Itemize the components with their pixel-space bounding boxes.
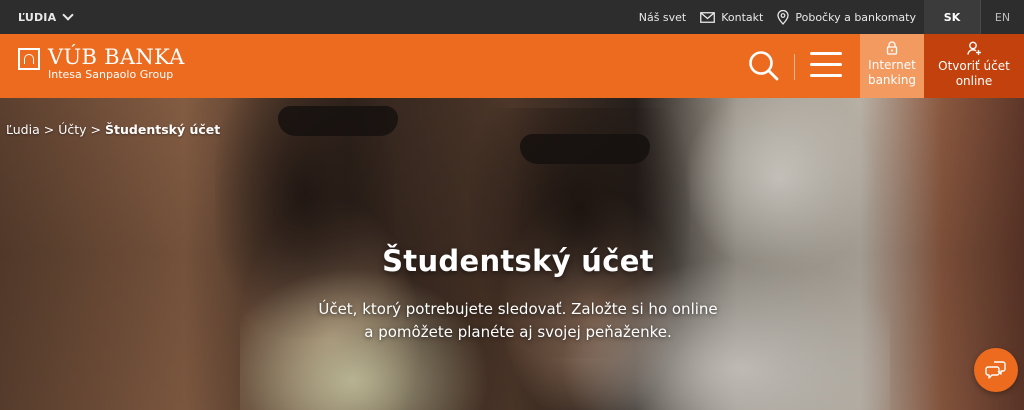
breadcrumb-item-ludia[interactable]: Ľudia — [6, 122, 40, 137]
logo-subtitle: Intesa Sanpaolo Group — [48, 68, 174, 81]
vub-logo[interactable]: VÚB BANKA Intesa Sanpaolo Group — [18, 46, 185, 86]
internet-banking-button[interactable]: Internet banking — [860, 34, 924, 98]
pobocky-link[interactable]: Pobočky a bankomaty — [777, 9, 916, 25]
map-pin-icon — [777, 9, 790, 25]
logo-name: VÚB BANKA — [48, 45, 185, 69]
open-account-button[interactable]: Otvoriť účet online — [924, 34, 1024, 98]
open-account-label-2: online — [955, 74, 993, 88]
hero-subtitle: Účet, ktorý potrebujete sledovať. Založt… — [0, 298, 1024, 344]
lang-sk-button[interactable]: SK — [924, 0, 980, 34]
open-account-label-1: Otvoriť účet — [938, 59, 1010, 73]
logo-emblem-icon — [18, 48, 40, 70]
lock-icon — [886, 41, 898, 55]
utility-links: Náš svet Kontakt Pobočky a bankomaty — [639, 0, 916, 34]
segment-label: ĽUDIA — [18, 10, 57, 24]
menu-button[interactable] — [810, 52, 842, 80]
nas-svet-link[interactable]: Náš svet — [639, 11, 687, 24]
lang-en-button[interactable]: EN — [980, 0, 1024, 34]
chevron-down-icon — [62, 9, 74, 21]
nas-svet-label: Náš svet — [638, 10, 687, 24]
top-utility-bar: ĽUDIA Náš svet Kontakt Pobočky a bankoma… — [0, 0, 1024, 34]
page-title: Študentský účet — [382, 244, 654, 278]
hero-subtitle-line-2: a pomôžete planéte aj svojej peňaženke. — [364, 323, 672, 341]
internet-banking-label-1: Internet — [868, 58, 916, 72]
breadcrumb-current: Študentský účet — [105, 122, 221, 137]
breadcrumb-separator: > — [43, 122, 55, 137]
kontakt-label: Kontakt — [721, 10, 764, 24]
chat-button[interactable] — [974, 348, 1018, 392]
search-icon — [749, 51, 779, 81]
search-button[interactable] — [746, 48, 782, 84]
pobocky-label: Pobočky a bankomaty — [795, 10, 916, 24]
breadcrumb-separator: > — [90, 122, 102, 137]
breadcrumb-item-ucty[interactable]: Účty — [58, 122, 86, 137]
segment-switcher[interactable]: ĽUDIA — [18, 0, 74, 34]
hero-subtitle-line-1: Účet, ktorý potrebujete sledovať. Založt… — [318, 300, 718, 318]
chat-icon — [985, 361, 1006, 379]
user-add-icon — [966, 41, 981, 55]
breadcrumb: Ľudia > Účty > Študentský účet — [6, 122, 220, 137]
mail-icon — [700, 11, 716, 23]
header-divider — [794, 54, 795, 80]
kontakt-link[interactable]: Kontakt — [700, 11, 763, 24]
hamburger-menu-icon — [810, 52, 842, 77]
internet-banking-label-2: banking — [867, 73, 917, 87]
